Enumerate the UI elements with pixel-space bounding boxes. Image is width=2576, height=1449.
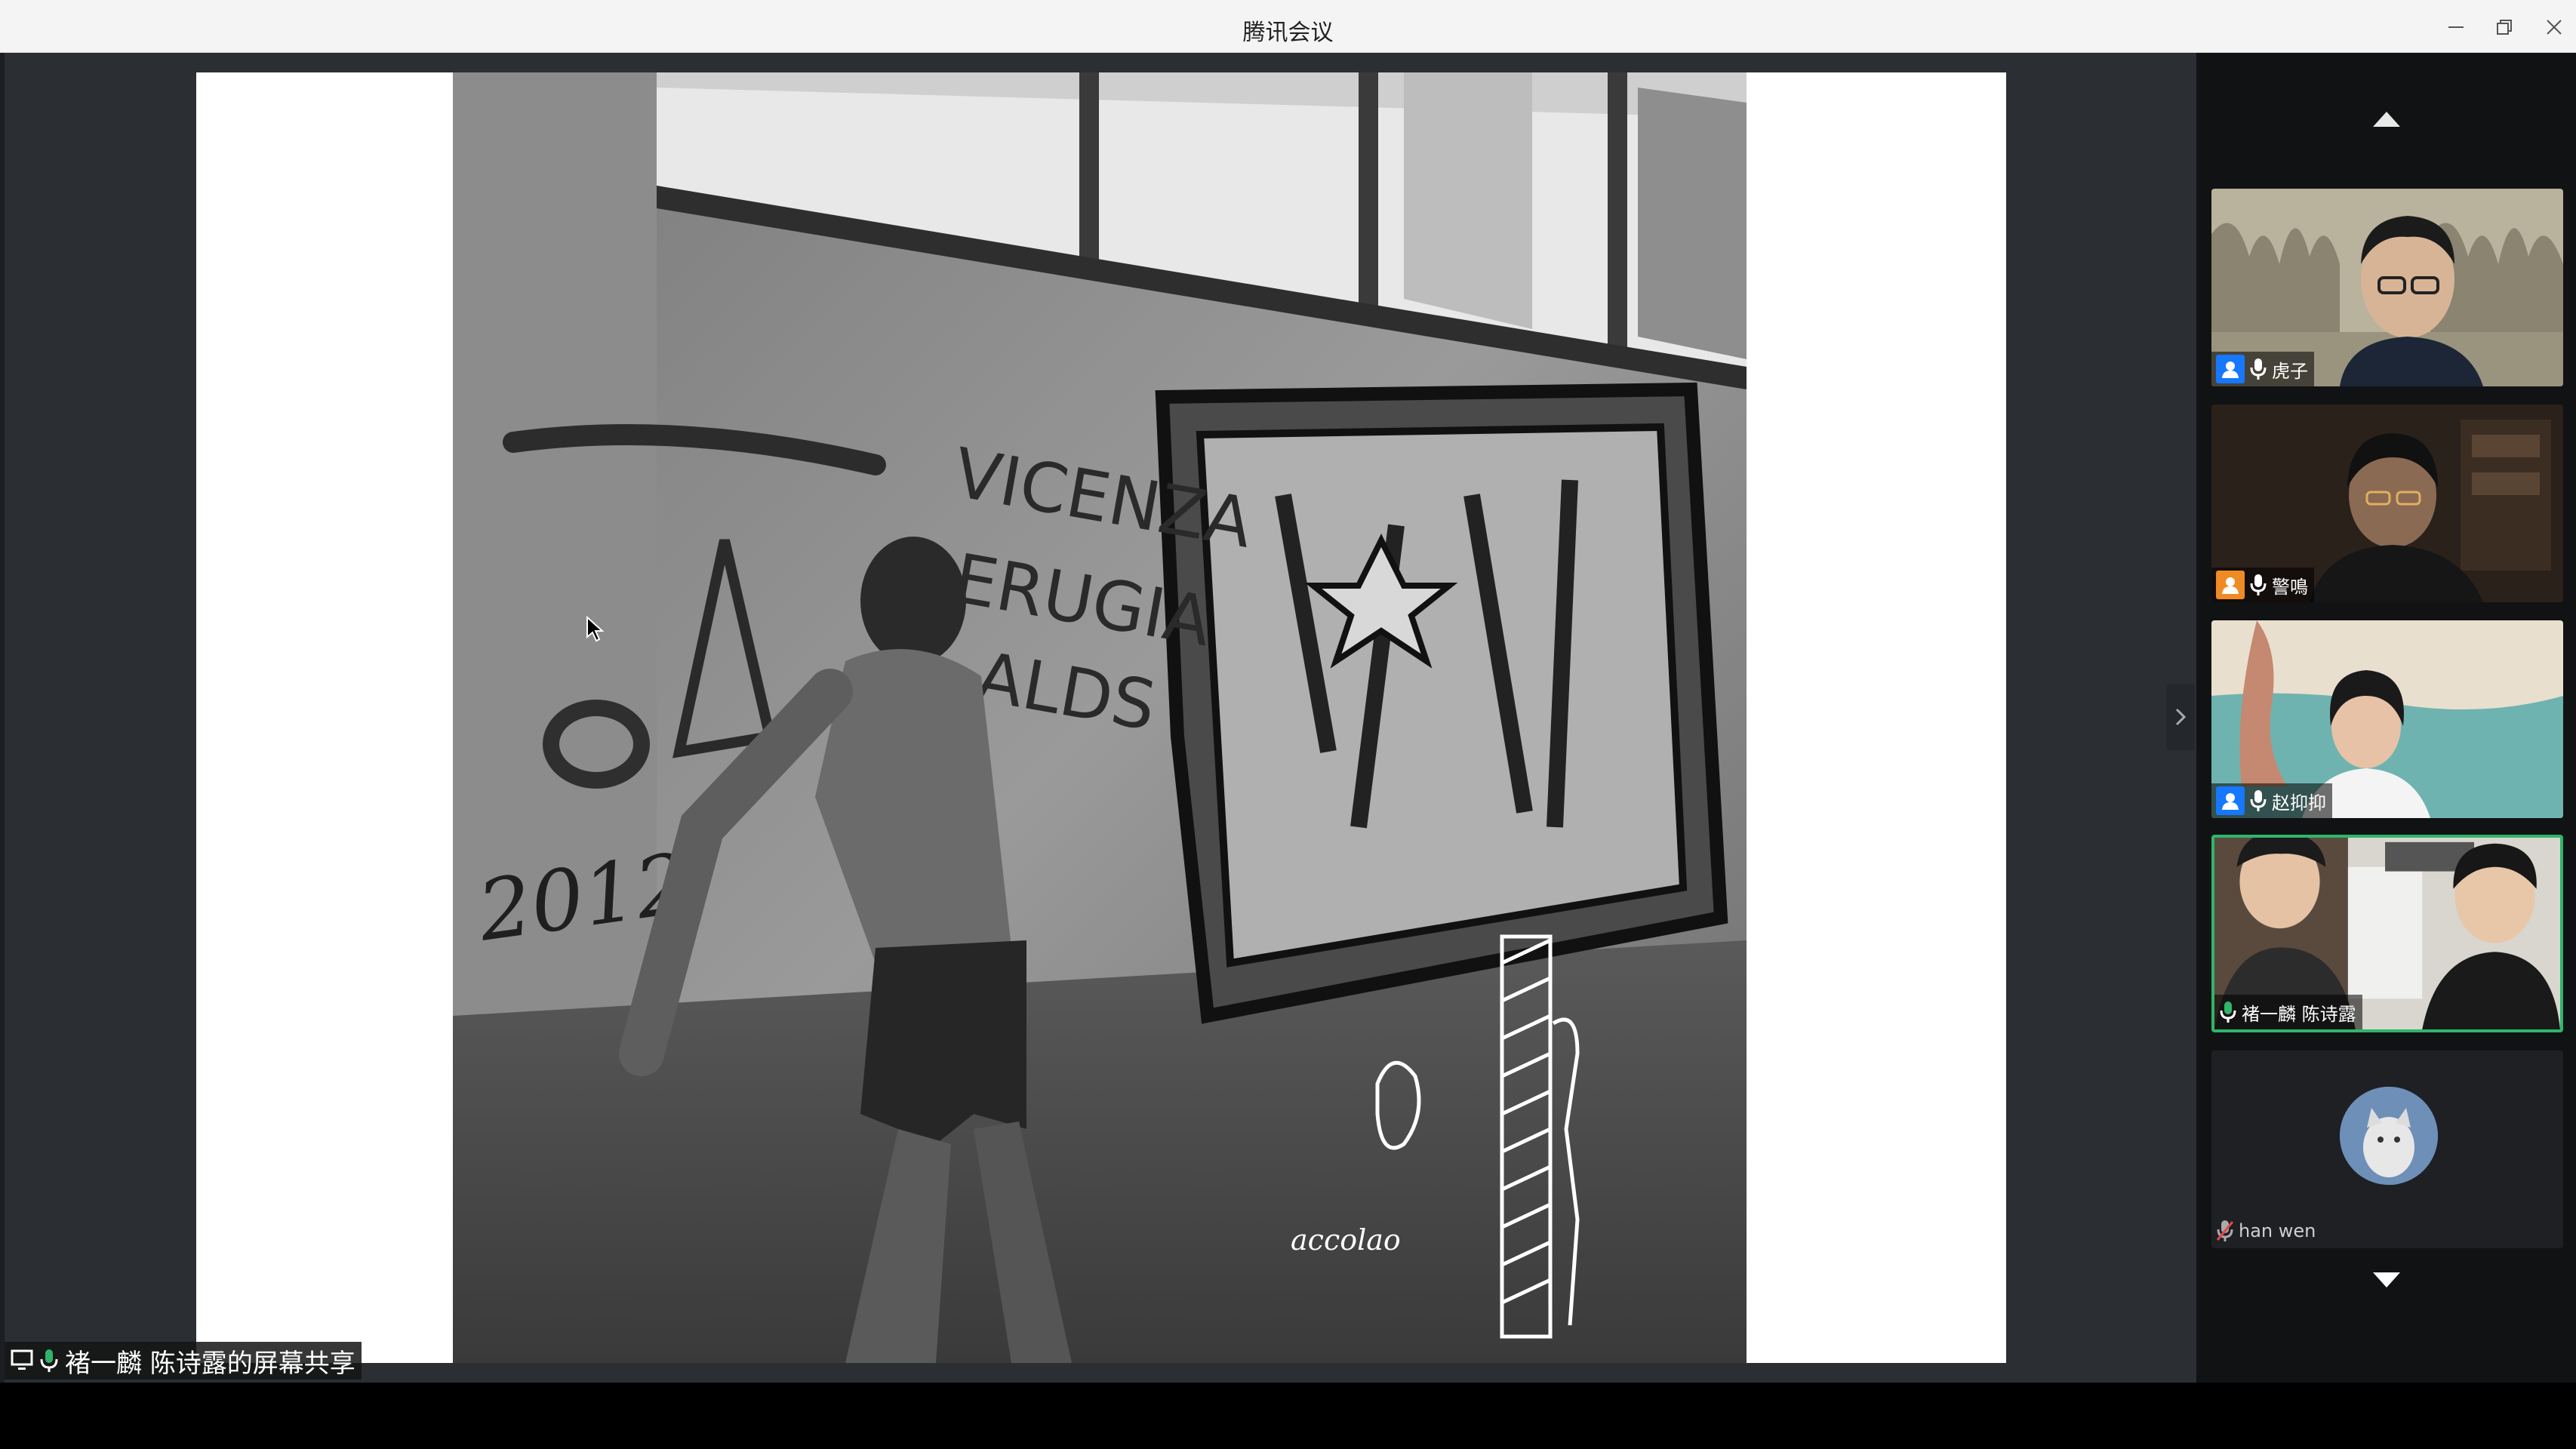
avatar [2340,1087,2438,1185]
participant-name-bar-5: han wen [2211,1214,2322,1248]
sidebar-collapse-button[interactable] [2166,684,2195,750]
person-icon [2216,786,2245,815]
screen-share-icon [11,1349,33,1370]
participant-tile-1[interactable]: 虎子 [2211,189,2563,386]
meeting-window: 腾讯会议 2012 VICENZA ERUGIA ALDS accolao 褚一… [0,0,2576,1383]
participant-tile-3[interactable]: 赵抑抑 [2211,620,2563,818]
restore-button[interactable] [2489,12,2519,42]
participant-tile-2[interactable]: 警鳴 [2211,405,2563,602]
mic-icon [2249,357,2267,381]
restore-icon [2497,20,2512,35]
graffiti-wall-image: 2012 VICENZA ERUGIA ALDS accolao [453,72,1747,1363]
chevron-right-icon [2175,708,2187,726]
minimize-button[interactable] [2441,12,2471,42]
screen-share-area[interactable]: 2012 VICENZA ERUGIA ALDS accolao 褚一麟 陈诗露… [5,53,2196,1383]
screen-share-label: 褚一麟 陈诗露的屏幕共享 [5,1342,362,1380]
mic-muted-icon [2216,1219,2234,1243]
participant-name-4: 褚一麟 陈诗露 [2242,1003,2356,1025]
participant-name-3: 赵抑抑 [2272,792,2326,814]
mic-icon [2249,789,2267,813]
participant-name-bar-4: 褚一麟 陈诗露 [2214,995,2362,1029]
scroll-down-button[interactable] [2196,1257,2576,1303]
participant-tile-4[interactable]: 褚一麟 陈诗露 [2211,835,2563,1032]
participant-name-bar-3: 赵抑抑 [2211,783,2332,818]
participant-name-5: han wen [2239,1220,2316,1241]
triangle-down-icon [2372,1272,2400,1287]
mic-icon [2249,573,2267,597]
title-bar: 腾讯会议 [0,0,2576,53]
person-icon [2216,355,2245,383]
participant-name-2: 警鳴 [2272,576,2308,598]
mouse-cursor-icon [586,616,604,642]
mic-active-icon [2219,1000,2237,1024]
mic-icon [40,1349,58,1372]
sketch-caption: accolao [1291,1223,1401,1257]
participant-tile-5[interactable]: han wen [2211,1051,2563,1248]
close-icon [2547,20,2562,35]
window-title: 腾讯会议 [1242,20,1334,46]
shared-slide: 2012 VICENZA ERUGIA ALDS accolao [196,72,2006,1363]
participant-name-bar-1: 虎子 [2211,352,2314,386]
bottom-bar [0,1383,2576,1449]
scroll-up-button[interactable] [2196,97,2576,142]
close-button[interactable] [2539,12,2569,42]
participant-name-bar-2: 警鳴 [2211,568,2314,602]
participant-name-1: 虎子 [2272,360,2308,382]
screen-share-owner-text: 褚一麟 陈诗露的屏幕共享 [65,1348,355,1379]
person-icon [2216,571,2245,599]
minimize-icon [2448,26,2464,28]
triangle-up-icon [2372,112,2400,127]
shared-photo: 2012 VICENZA ERUGIA ALDS accolao [453,72,1747,1363]
